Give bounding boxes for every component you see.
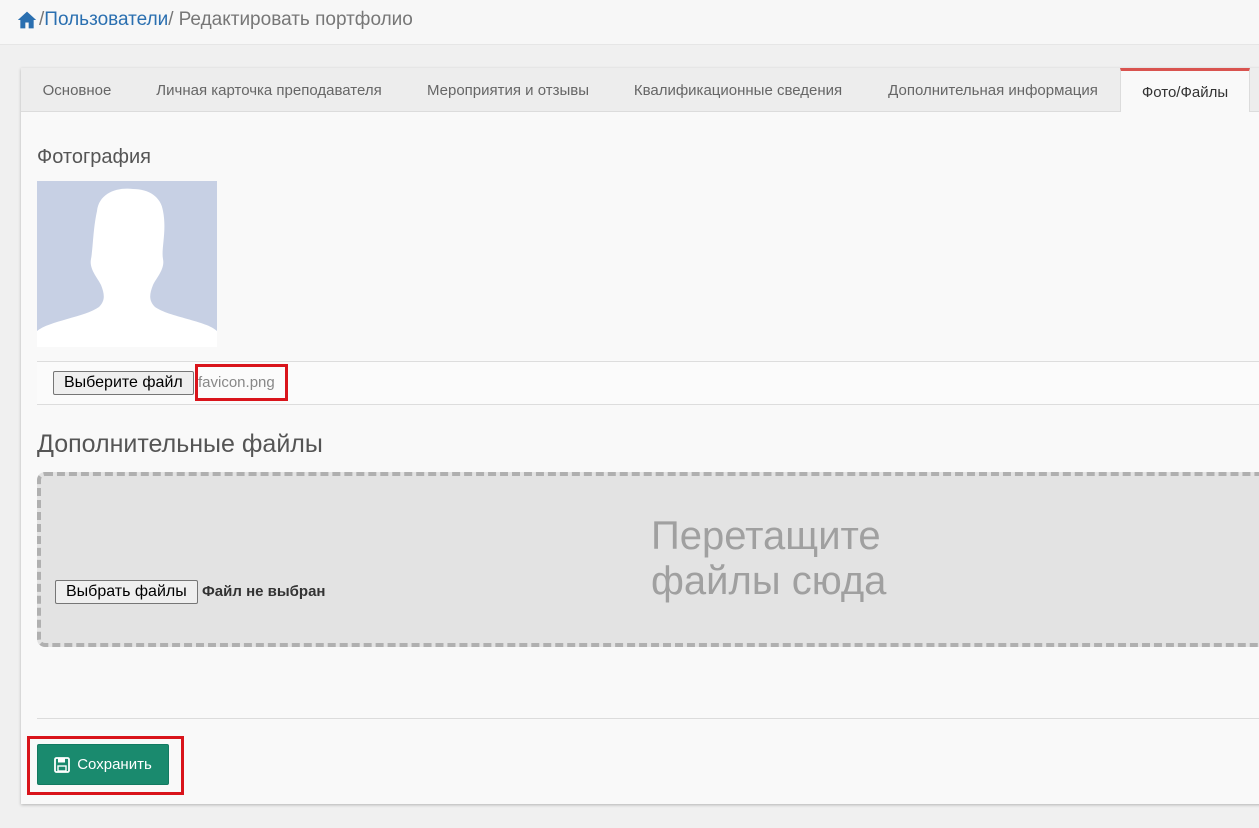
tab-main[interactable]: Основное: [21, 68, 133, 111]
drop-hint-line1: Перетащите: [651, 514, 881, 558]
tab-additional-info[interactable]: Дополнительная информация: [865, 68, 1121, 111]
drop-hint: Перетащите файлы сюда: [651, 514, 991, 604]
tab-teacher-card[interactable]: Личная карточка преподавателя: [133, 68, 405, 111]
breadcrumb-users-link[interactable]: Пользователи: [44, 9, 168, 31]
tab-qualification[interactable]: Квалификационные сведения: [611, 68, 865, 111]
avatar: [37, 181, 217, 347]
portfolio-panel: Основное Личная карточка преподавателя М…: [21, 68, 1259, 804]
home-icon[interactable]: [17, 10, 37, 30]
breadcrumb: / Пользователи / Редактировать портфолио: [17, 9, 413, 31]
files-section-title: Дополнительные файлы: [37, 430, 323, 458]
tab-events-reviews[interactable]: Мероприятия и отзывы: [405, 68, 611, 111]
top-bar: / Пользователи / Редактировать портфолио: [0, 0, 1259, 45]
breadcrumb-current: Редактировать портфолио: [178, 9, 413, 30]
no-file-label: Файл не выбран: [202, 583, 326, 600]
choose-photo-button[interactable]: Выберите файл: [53, 371, 194, 395]
tab-bar: Основное Личная карточка преподавателя М…: [21, 68, 1259, 112]
photo-section-title: Фотография: [37, 146, 151, 168]
file-dropzone[interactable]: Выбрать файлы Файл не выбран Перетащите …: [37, 472, 1259, 647]
tab-photo-files[interactable]: Фото/Файлы: [1120, 68, 1250, 112]
divider: [37, 718, 1259, 719]
highlight-filename: [195, 364, 288, 401]
choose-files-button[interactable]: Выбрать файлы: [55, 580, 198, 604]
breadcrumb-separator: /: [168, 9, 174, 30]
drop-hint-line2: файлы сюда: [651, 559, 887, 603]
avatar-silhouette-icon: [37, 188, 217, 347]
highlight-save-button: [27, 736, 184, 795]
